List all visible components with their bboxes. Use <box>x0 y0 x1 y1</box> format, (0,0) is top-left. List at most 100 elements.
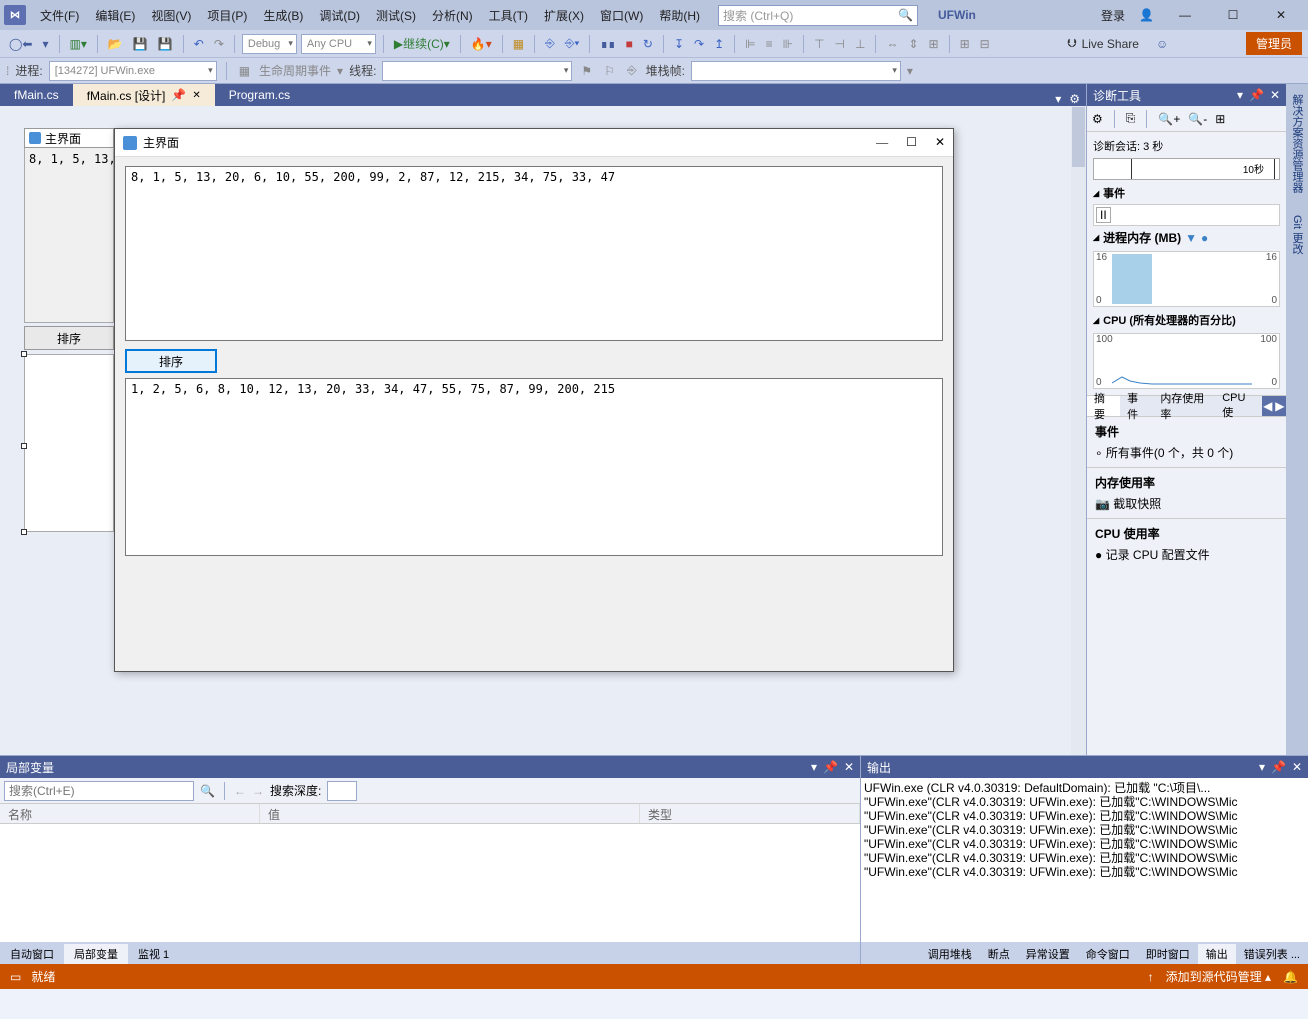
status-src-control[interactable]: 添加到源代码管理 ▴ <box>1166 968 1271 985</box>
align-6[interactable]: ⊥ <box>852 33 868 55</box>
save-button[interactable]: 💾 <box>130 33 151 55</box>
stop-button[interactable]: ■ <box>623 33 636 55</box>
maximize-button[interactable]: ☐ <box>1216 3 1250 27</box>
sect-events-link[interactable]: ∘ 所有事件(0 个，共 0 个) <box>1095 444 1278 461</box>
diag-tab-left-icon[interactable]: ◀ <box>1262 396 1274 416</box>
spacing-2[interactable]: ⊟ <box>977 33 993 55</box>
col-type[interactable]: 类型 <box>640 804 860 823</box>
locals-search-icon[interactable]: 🔍 <box>200 784 215 798</box>
diag-mem-header[interactable]: 进程内存 (MB) ▼ ● <box>1093 226 1280 249</box>
app-titlebar[interactable]: 主界面 — ☐ ✕ <box>115 129 953 157</box>
menu-编辑e[interactable]: 编辑(E) <box>87 7 143 24</box>
input-textbox[interactable]: 8, 1, 5, 13, 20, 6, 10, 55, 200, 99, 2, … <box>125 166 943 341</box>
menu-调试d[interactable]: 调试(D) <box>311 7 368 24</box>
out-btab[interactable]: 命令窗口 <box>1078 944 1138 964</box>
size-1[interactable]: ⇔ <box>883 33 901 55</box>
sect-cpu-link[interactable]: ● 记录 CPU 配置文件 <box>1095 546 1278 563</box>
btab-autos[interactable]: 自动窗口 <box>0 944 64 964</box>
output-textbox[interactable]: 1, 2, 5, 6, 8, 10, 12, 13, 20, 33, 34, 4… <box>125 378 943 556</box>
col-name[interactable]: 名称 <box>0 804 260 823</box>
close-button[interactable]: ✕ <box>1264 3 1298 27</box>
diag-tab-summary[interactable]: 摘要 <box>1087 396 1120 416</box>
pin-icon[interactable]: 📌 <box>171 88 186 102</box>
restart-button[interactable]: ↻ <box>640 33 656 55</box>
diag-events-header[interactable]: 事件 <box>1093 182 1280 204</box>
tab-gear-icon[interactable]: ⚙ <box>1069 92 1080 106</box>
cpu-chart[interactable]: 100 100 0 0 <box>1093 333 1280 389</box>
step-button-1[interactable]: ⎆ <box>542 33 558 55</box>
memory-chart[interactable]: 16 16 0 0 <box>1093 251 1280 307</box>
running-app-window[interactable]: 主界面 — ☐ ✕ 8, 1, 5, 13, 20, 6, 10, 55, 20… <box>114 128 954 672</box>
diag-zoomout-icon[interactable]: 🔍- <box>1188 112 1207 126</box>
nav-fwd-button[interactable]: ▾ <box>39 33 51 55</box>
step-button-2[interactable]: ⎆▾ <box>562 33 583 55</box>
diag-cpu-header[interactable]: CPU (所有处理器的百分比) <box>1093 309 1280 331</box>
menu-窗口w[interactable]: 窗口(W) <box>592 7 651 24</box>
app-maximize-button[interactable]: ☐ <box>906 135 917 150</box>
tab-overflow-icon[interactable]: ▾ <box>1055 92 1061 106</box>
diag-export-icon[interactable]: ⎘ <box>1126 111 1136 126</box>
designer-surface[interactable]: 主界面 8, 1, 5, 13, 20 排序 主界面 — ☐ ✕ <box>0 106 1086 755</box>
align-2[interactable]: ≡ <box>763 33 776 55</box>
break-all-button[interactable]: ∎∎ <box>597 33 618 55</box>
status-bell-icon[interactable]: 🔔 <box>1283 970 1298 984</box>
diag-tab-cpu[interactable]: CPU 使 <box>1215 396 1261 416</box>
align-4[interactable]: ⊤ <box>811 33 827 55</box>
out-btab[interactable]: 异常设置 <box>1018 944 1078 964</box>
step-out-button[interactable]: ↥ <box>711 33 727 55</box>
diag-close-icon[interactable]: ✕ <box>1270 88 1280 102</box>
stackframe-combo[interactable] <box>691 61 901 81</box>
thread-combo[interactable] <box>382 61 572 81</box>
out-btab[interactable]: 即时窗口 <box>1138 944 1198 964</box>
login-link[interactable]: 登录 <box>1101 7 1125 24</box>
locals-depth-combo[interactable] <box>327 781 357 801</box>
toolbox-icon[interactable]: ▦ <box>510 33 527 55</box>
diag-pin-icon[interactable]: 📌 <box>1249 88 1264 102</box>
output-close-icon[interactable]: ✕ <box>1292 760 1302 774</box>
output-dropdown-icon[interactable]: ▾ <box>1259 760 1265 774</box>
quick-search-input[interactable]: 搜索 (Ctrl+Q) 🔍 <box>718 5 918 26</box>
output-body[interactable]: UFWin.exe (CLR v4.0.30319: DefaultDomain… <box>861 778 1308 942</box>
locals-nav-back[interactable]: ← <box>234 784 246 798</box>
tab-close-icon[interactable]: ✕ <box>192 90 200 101</box>
menu-生成b[interactable]: 生成(B) <box>255 7 311 24</box>
pause-button[interactable]: II <box>1096 207 1111 223</box>
save-all-button[interactable]: 💾 <box>155 33 176 55</box>
config-combo[interactable]: Debug <box>242 34 297 54</box>
nav-back-button[interactable]: ◯⬅ <box>6 33 35 55</box>
diag-tab-events[interactable]: 事件 <box>1120 396 1153 416</box>
out-btab[interactable]: 断点 <box>980 944 1018 964</box>
out-btab[interactable]: 输出 <box>1198 944 1236 964</box>
out-btab[interactable]: 错误列表 ... <box>1236 944 1308 964</box>
align-5[interactable]: ⊣ <box>832 33 848 55</box>
col-value[interactable]: 值 <box>260 804 640 823</box>
undo-button[interactable]: ↶ <box>191 33 207 55</box>
side-tab-git[interactable]: Git 更改 <box>1287 209 1307 260</box>
app-minimize-button[interactable]: — <box>876 135 888 150</box>
menu-帮助h[interactable]: 帮助(H) <box>651 7 708 24</box>
menu-工具t[interactable]: 工具(T) <box>481 7 536 24</box>
size-3[interactable]: ⊞ <box>926 33 942 55</box>
step-into-button[interactable]: ↧ <box>671 33 687 55</box>
handle-icon[interactable]: ⁞ <box>6 64 9 78</box>
doc-tab[interactable]: fMain.cs <box>0 84 73 106</box>
diag-settings-icon[interactable]: ⚙ <box>1092 112 1103 126</box>
sect-mem-link[interactable]: 📷 截取快照 <box>1095 495 1278 512</box>
thread-icon[interactable]: ⎆ <box>624 60 640 82</box>
locals-dropdown-icon[interactable]: ▾ <box>811 760 817 774</box>
locals-nav-fwd[interactable]: → <box>252 784 264 798</box>
minimize-button[interactable]: — <box>1168 3 1202 27</box>
diag-tab-right-icon[interactable]: ▶ <box>1274 396 1286 416</box>
menu-测试s[interactable]: 测试(S) <box>368 7 424 24</box>
designer-scrollbar[interactable] <box>1071 106 1086 755</box>
flag-icon[interactable]: ⚑ <box>578 60 595 82</box>
continue-button[interactable]: ▶ 继续(C) ▾ <box>391 33 453 55</box>
locals-body[interactable] <box>0 824 860 942</box>
menu-扩展x[interactable]: 扩展(X) <box>536 7 592 24</box>
spacing-1[interactable]: ⊞ <box>957 33 973 55</box>
locals-pin-icon[interactable]: 📌 <box>823 760 838 774</box>
platform-combo[interactable]: Any CPU <box>301 34 376 54</box>
btab-watch1[interactable]: 监视 1 <box>128 944 179 964</box>
align-1[interactable]: ⊫ <box>742 33 758 55</box>
menu-分析n[interactable]: 分析(N) <box>424 7 481 24</box>
